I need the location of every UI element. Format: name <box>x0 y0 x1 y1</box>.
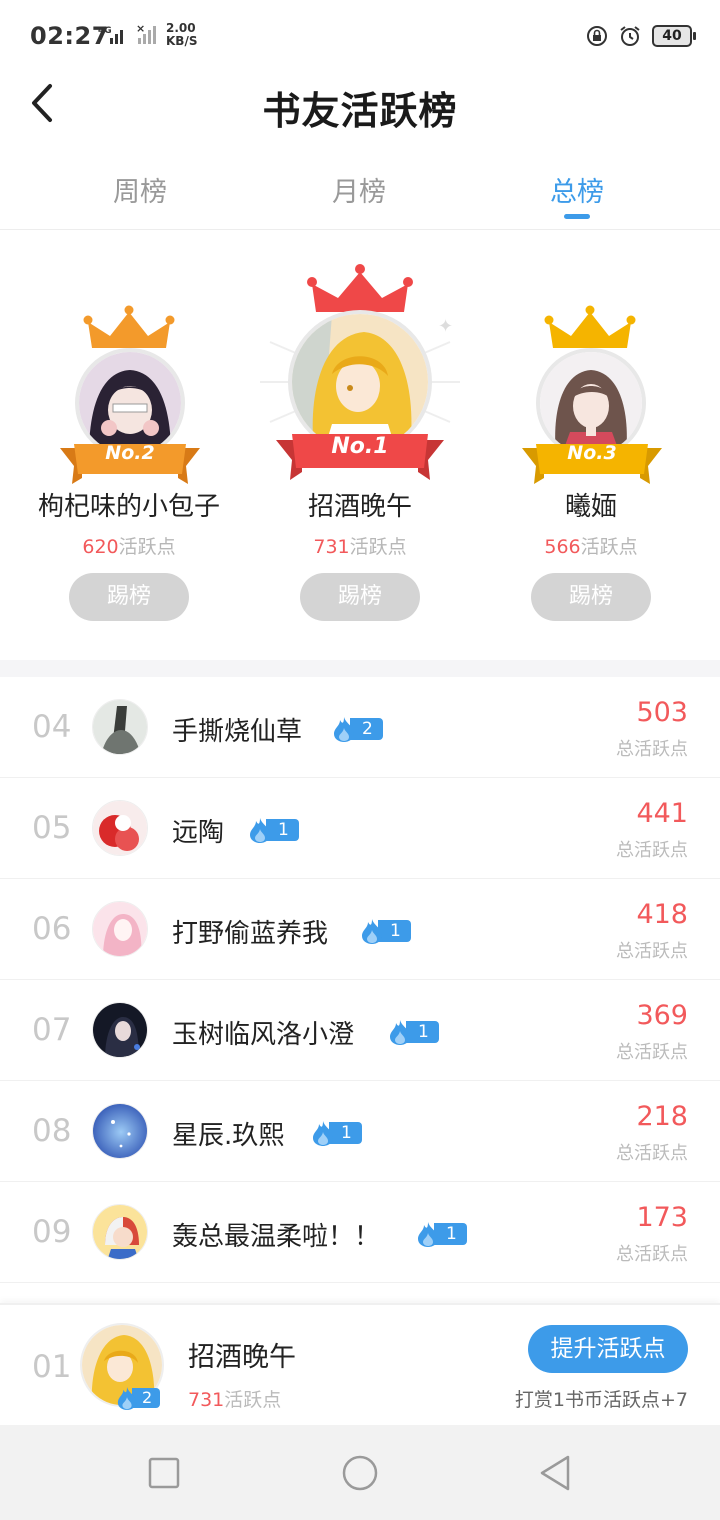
list-item[interactable]: 08 星辰.玖熙 1 218 总活跃点 <box>0 1081 720 1182</box>
kick-button[interactable]: 踢榜 <box>531 573 651 621</box>
flame-icon <box>313 1121 333 1146</box>
nav-back-icon[interactable] <box>536 1453 576 1493</box>
list-item[interactable]: 07 玉树临风洛小澄 1 369 总活跃点 <box>0 980 720 1081</box>
avatar[interactable] <box>92 1204 148 1260</box>
level-badge: 1 <box>248 818 299 843</box>
svg-text:4G: 4G <box>98 26 112 36</box>
lock-rotation-icon <box>587 26 607 46</box>
kick-button[interactable]: 踢榜 <box>300 573 420 621</box>
level-badge: 1 <box>360 919 411 944</box>
user-name: 打野偷蓝养我 <box>172 919 329 949</box>
user-name: 玉树临风洛小澄 <box>172 1020 355 1050</box>
level-badge: 1 <box>311 1121 362 1146</box>
score-value: 441 <box>636 798 688 829</box>
level-badge: 1 <box>416 1222 467 1247</box>
avatar[interactable] <box>92 800 148 856</box>
kick-button[interactable]: 踢榜 <box>69 573 189 621</box>
rank-number: 07 <box>32 1012 72 1048</box>
podium-points: 731活跃点 <box>313 536 407 558</box>
score-value: 503 <box>636 697 688 728</box>
user-name: 手撕烧仙草 <box>172 717 303 747</box>
score-label: 总活跃点 <box>616 1042 688 1063</box>
my-points: 731活跃点 <box>188 1389 282 1411</box>
podium-name: 曦媔 <box>564 492 617 522</box>
flame-icon <box>117 1387 137 1410</box>
section-divider <box>0 660 720 677</box>
user-name: 星辰.玖熙 <box>172 1121 285 1151</box>
rank-number: 06 <box>32 911 72 947</box>
nav-home-icon[interactable] <box>340 1453 380 1493</box>
podium-name: 招酒晚午 <box>307 492 412 522</box>
score-label: 总活跃点 <box>616 941 688 962</box>
rank-number: 05 <box>32 810 72 846</box>
list-item[interactable]: 06 打野偷蓝养我 1 418 总活跃点 <box>0 879 720 980</box>
score-value: 173 <box>636 1202 688 1233</box>
flame-icon <box>390 1020 410 1045</box>
level-badge: 2 <box>116 1387 161 1410</box>
podium-name: 枸杞味的小包子 <box>37 492 220 522</box>
avatar[interactable] <box>92 1103 148 1159</box>
header: 书友活跃榜 <box>0 72 720 136</box>
boost-points-button[interactable]: 提升活跃点 <box>528 1325 688 1373</box>
rank-number: 04 <box>32 709 72 745</box>
tab-weekly[interactable]: 周榜 <box>70 170 210 209</box>
ranking-list: 04 手撕烧仙草 2 503 总活跃点 05 远陶 1 441 总活跃点 06 … <box>0 677 720 1283</box>
level-badge: 1 <box>388 1020 439 1045</box>
system-nav-bar <box>0 1425 720 1520</box>
signal-icon: 4G × <box>98 22 156 44</box>
list-item[interactable]: 09 轰总最温柔啦！！ 1 173 总活跃点 <box>0 1182 720 1283</box>
podium-points: 620活跃点 <box>82 536 176 558</box>
crown-icon <box>83 305 175 348</box>
my-user-name: 招酒晚午 <box>188 1342 296 1373</box>
page-title: 书友活跃榜 <box>262 88 458 133</box>
flame-icon <box>362 919 382 944</box>
battery-icon: 40 <box>652 25 696 47</box>
rank-badge: No.3 <box>567 442 617 464</box>
tab-total[interactable]: 总榜 <box>507 170 647 209</box>
user-name: 轰总最温柔啦！！ <box>172 1222 381 1252</box>
svg-text:✦: ✦ <box>438 316 453 337</box>
flame-icon <box>334 717 354 742</box>
flame-icon <box>250 818 270 843</box>
score-value: 218 <box>636 1101 688 1132</box>
podium-points: 566活跃点 <box>544 536 638 558</box>
my-rank-number: 01 <box>32 1349 72 1385</box>
score-value: 369 <box>636 1000 688 1031</box>
reward-hint: 打赏1书币活跃点+7 <box>514 1389 688 1411</box>
flame-icon <box>418 1222 438 1247</box>
score-label: 总活跃点 <box>616 1143 688 1164</box>
crown-icon <box>544 305 636 348</box>
tab-monthly[interactable]: 月榜 <box>289 170 429 209</box>
level-badge: 2 <box>332 717 383 742</box>
my-rank-bar: 01 2 招酒晚午 731活跃点 提升活跃点 打赏1书币活跃点+7 <box>0 1303 720 1425</box>
rank-badge: No.1 <box>331 434 389 459</box>
score-value: 418 <box>636 899 688 930</box>
score-label: 总活跃点 <box>616 840 688 861</box>
avatar[interactable] <box>92 1002 148 1058</box>
tab-active-indicator <box>564 214 590 219</box>
rank-badge: No.2 <box>105 442 155 464</box>
avatar[interactable] <box>92 699 148 755</box>
top-three-podium: No.2 枸杞味的小包子 620活跃点 踢榜 ✦ No.1 招酒晚午 731活跃… <box>0 232 720 660</box>
nav-recent-icon[interactable] <box>144 1453 184 1493</box>
alarm-icon <box>620 26 640 46</box>
tab-bar: 周榜 月榜 总榜 <box>0 160 720 230</box>
rank-number: 09 <box>32 1214 72 1250</box>
score-label: 总活跃点 <box>616 1244 688 1265</box>
user-name: 远陶 <box>172 818 225 848</box>
svg-text:×: × <box>136 22 145 35</box>
network-speed: 2.00 KB/S <box>166 21 198 48</box>
status-bar: 02:27 4G × 2.00 KB/S 40 <box>0 0 720 72</box>
list-item[interactable]: 04 手撕烧仙草 2 503 总活跃点 <box>0 677 720 778</box>
rank-number: 08 <box>32 1113 72 1149</box>
score-label: 总活跃点 <box>616 739 688 760</box>
avatar[interactable] <box>92 901 148 957</box>
list-item[interactable]: 05 远陶 1 441 总活跃点 <box>0 778 720 879</box>
